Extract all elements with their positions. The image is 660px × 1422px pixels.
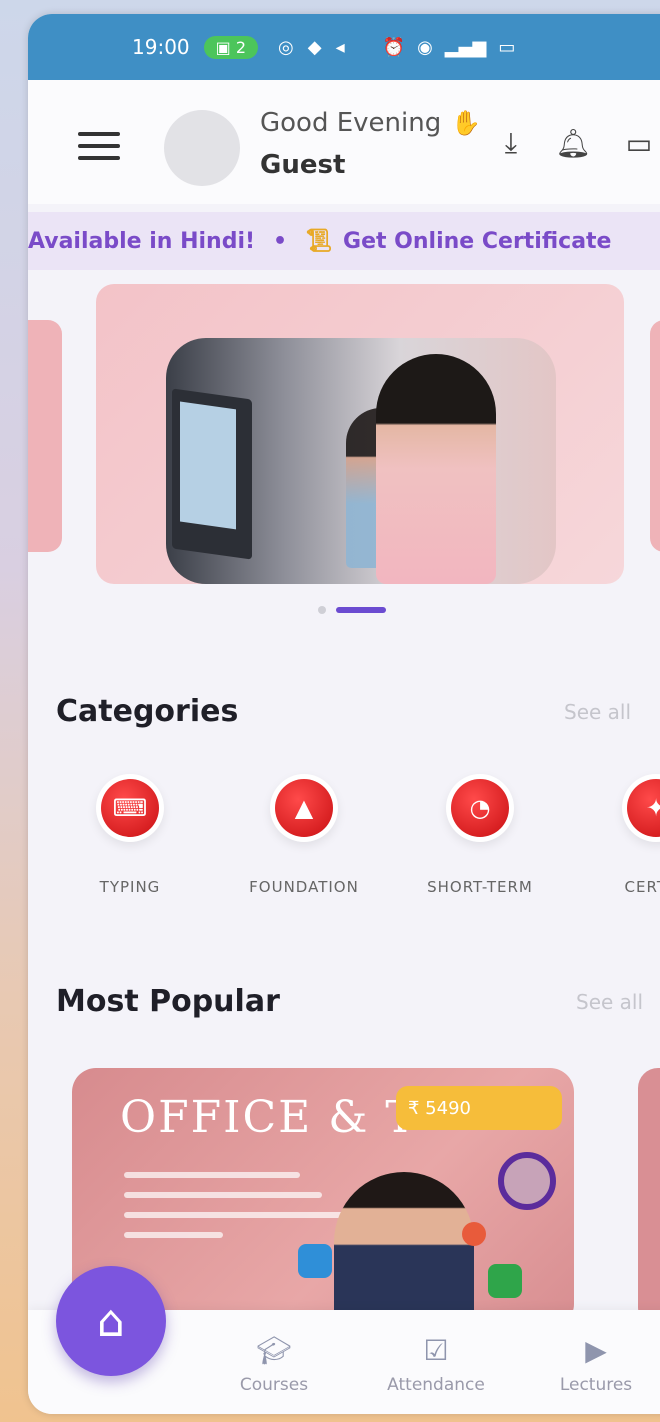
nav-attendance[interactable]: ☑ Attendance xyxy=(366,1334,506,1395)
categories-title: Categories xyxy=(56,694,239,729)
wallet-icon: ▭ xyxy=(625,126,653,160)
status-pill: ▣ 2 xyxy=(203,35,259,59)
course-title: OFFICE & T xyxy=(120,1092,417,1143)
app-logo-icon xyxy=(298,1244,332,1278)
certificate-icon: ✦ xyxy=(627,779,660,837)
banner-image xyxy=(166,338,556,584)
nav-label: Attendance xyxy=(387,1375,485,1395)
carousel-slide-next[interactable] xyxy=(650,320,660,552)
send-icon: ◂ xyxy=(335,36,345,58)
category-label: CERTIFI xyxy=(624,878,660,896)
status-icons-right: ⏰ ◉ ▂▄▆ ▭ xyxy=(383,37,516,58)
home-icon: ⌂ xyxy=(97,1295,125,1347)
nav-label: Courses xyxy=(239,1375,309,1395)
carousel-dot[interactable] xyxy=(318,606,326,614)
user-name: Guest xyxy=(260,150,346,180)
category-short-term[interactable]: ◔ SHORT-TERM xyxy=(400,774,560,896)
hamburger-icon xyxy=(78,132,120,136)
clipboard-check-icon: ☑ xyxy=(423,1334,449,1367)
foundation-icon: ▲ xyxy=(275,779,333,837)
app-screen: 19:00 ▣ 2 ◎ ◆ ◂ ⏰ ◉ ▂▄▆ ▭ Good Evening ✋ … xyxy=(28,14,660,1414)
play-circle-icon: ▶ xyxy=(585,1334,607,1367)
monitor-illustration xyxy=(172,388,252,560)
message-icon: ◆ xyxy=(307,36,322,58)
status-bar: 19:00 ▣ 2 ◎ ◆ ◂ ⏰ ◉ ▂▄▆ ▭ xyxy=(28,14,660,80)
carousel-slide-active[interactable] xyxy=(96,284,624,584)
category-typing[interactable]: ⌨ TYPING xyxy=(50,774,210,896)
clock-icon: ◔ xyxy=(451,779,509,837)
status-icons-left: ◎ ◆ ◂ xyxy=(278,37,345,58)
keyboard-icon: ⌨ xyxy=(101,779,159,837)
course-card-next[interactable] xyxy=(638,1068,660,1328)
price-badge: ₹ 5490 xyxy=(396,1086,562,1130)
category-foundation[interactable]: ▲ FOUNDATION xyxy=(224,774,384,896)
nav-courses[interactable]: 🎓︎ Courses xyxy=(204,1334,344,1395)
wave-icon: ✋ xyxy=(451,109,482,137)
notifications-button[interactable]: 🔔︎ xyxy=(555,126,591,160)
menu-button[interactable] xyxy=(78,132,120,168)
bell-icon: 🔔︎ xyxy=(555,126,591,160)
category-certificate[interactable]: ✦ CERTIFI xyxy=(576,774,660,896)
nfc-icon: ◉ xyxy=(417,36,433,58)
categories-see-all-link[interactable]: See all xyxy=(564,700,631,724)
avatar[interactable] xyxy=(164,110,240,186)
download-button[interactable]: ⤓ xyxy=(494,126,528,160)
download-icon: ⤓ xyxy=(504,126,518,159)
greeting: Good Evening ✋ xyxy=(260,108,482,138)
ticker-item: Available in Hindi! xyxy=(28,228,256,254)
category-label: SHORT-TERM xyxy=(427,878,533,896)
category-label: FOUNDATION xyxy=(249,878,359,896)
graduation-cap-icon: 🎓︎ xyxy=(256,1334,292,1367)
person-illustration xyxy=(376,354,496,584)
app-header: Good Evening ✋ Guest ⤓ 🔔︎ ▭ xyxy=(28,80,660,204)
ring-decoration xyxy=(498,1152,556,1210)
alarm-icon: ⏰ xyxy=(382,36,406,58)
most-popular-see-all-link[interactable]: See all xyxy=(576,990,643,1014)
most-popular-title: Most Popular xyxy=(56,984,280,1019)
excel-icon xyxy=(488,1264,522,1298)
course-description xyxy=(124,1172,344,1252)
status-time: 19:00 xyxy=(132,35,190,59)
whatsapp-icon: ◎ xyxy=(278,36,294,58)
nav-label: Lectures xyxy=(559,1375,633,1395)
app-logo-icon xyxy=(462,1222,486,1246)
ticker-item: Get Online Certificate xyxy=(343,228,612,254)
signal-icon: ▂▄▆ xyxy=(444,36,487,58)
wallet-button[interactable]: ▭ xyxy=(622,126,656,160)
certificate-scroll-icon: 📜︎ xyxy=(305,228,334,254)
battery-icon: ▭ xyxy=(498,36,516,58)
ticker-separator: • xyxy=(273,228,288,254)
home-button[interactable]: ⌂ xyxy=(56,1266,166,1376)
nav-lectures[interactable]: ▶ Lectures xyxy=(526,1334,660,1395)
instructor-illustration xyxy=(334,1172,474,1328)
carousel-dot-active[interactable] xyxy=(336,607,386,613)
carousel-slide-prev[interactable] xyxy=(28,320,62,552)
category-label: TYPING xyxy=(99,878,161,896)
carousel-indicator xyxy=(318,606,386,614)
announcement-ticker: Available in Hindi! • 📜︎ Get Online Cert… xyxy=(28,212,660,270)
